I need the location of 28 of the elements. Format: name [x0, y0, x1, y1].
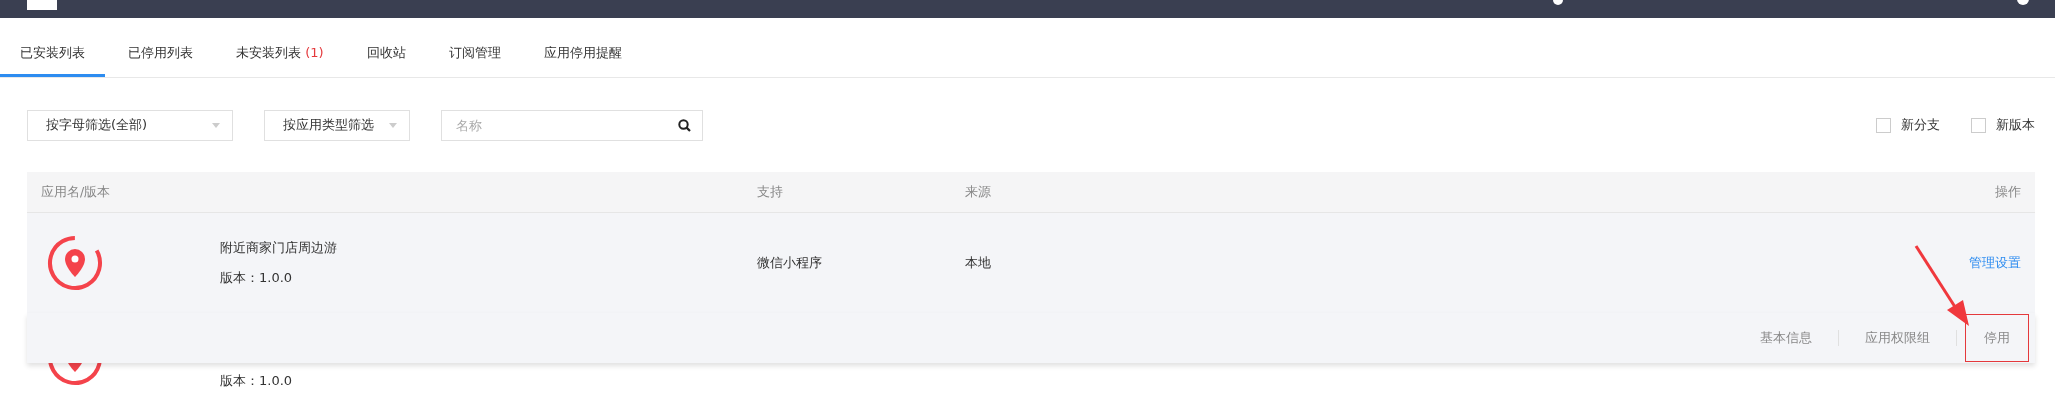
letter-filter-dropdown[interactable]: 按字母筛选(全部) [27, 109, 233, 141]
tab[interactable]: 回收站 [346, 18, 426, 77]
type-filter-dropdown[interactable]: 按应用类型筛选 [264, 109, 410, 141]
tab[interactable]: 未安装列表 (1) [216, 18, 344, 77]
column-header: 支持 [757, 183, 783, 201]
column-header: 操作 [1995, 183, 2021, 201]
tab[interactable]: 应用停用提醒 [523, 18, 642, 77]
app-version: 版本：1.0.0 [220, 269, 294, 287]
location-pin-icon [47, 235, 103, 291]
tab[interactable]: 已停用列表 [108, 18, 213, 77]
search-field[interactable]: 名称 [441, 109, 703, 141]
checkbox[interactable] [1971, 117, 1986, 133]
checkbox[interactable] [1876, 117, 1891, 133]
search-icon[interactable] [678, 118, 691, 132]
checkbox-label: 新版本 [1996, 116, 2035, 134]
column-header: 来源 [965, 183, 991, 201]
tab[interactable]: 订阅管理 [428, 18, 521, 77]
app-name: 附近商家门店周边游 [220, 239, 337, 257]
logo-icon [27, 0, 57, 10]
caret-icon [212, 122, 220, 128]
tab[interactable]: 已安装列表 [0, 18, 105, 77]
app-version: 版本：1.0.0 [220, 372, 293, 390]
caret-icon [389, 122, 397, 128]
checkbox-label: 新分支 [1901, 116, 1940, 134]
table-row[interactable]: 附近商家门店周边游 版本：1.0.0 微信小程序 本地 管理设置 [27, 213, 2035, 314]
app-source: 本地 [965, 254, 991, 272]
column-header: 应用名/版本 [41, 183, 111, 201]
support-platform: 微信小程序 [757, 254, 822, 272]
